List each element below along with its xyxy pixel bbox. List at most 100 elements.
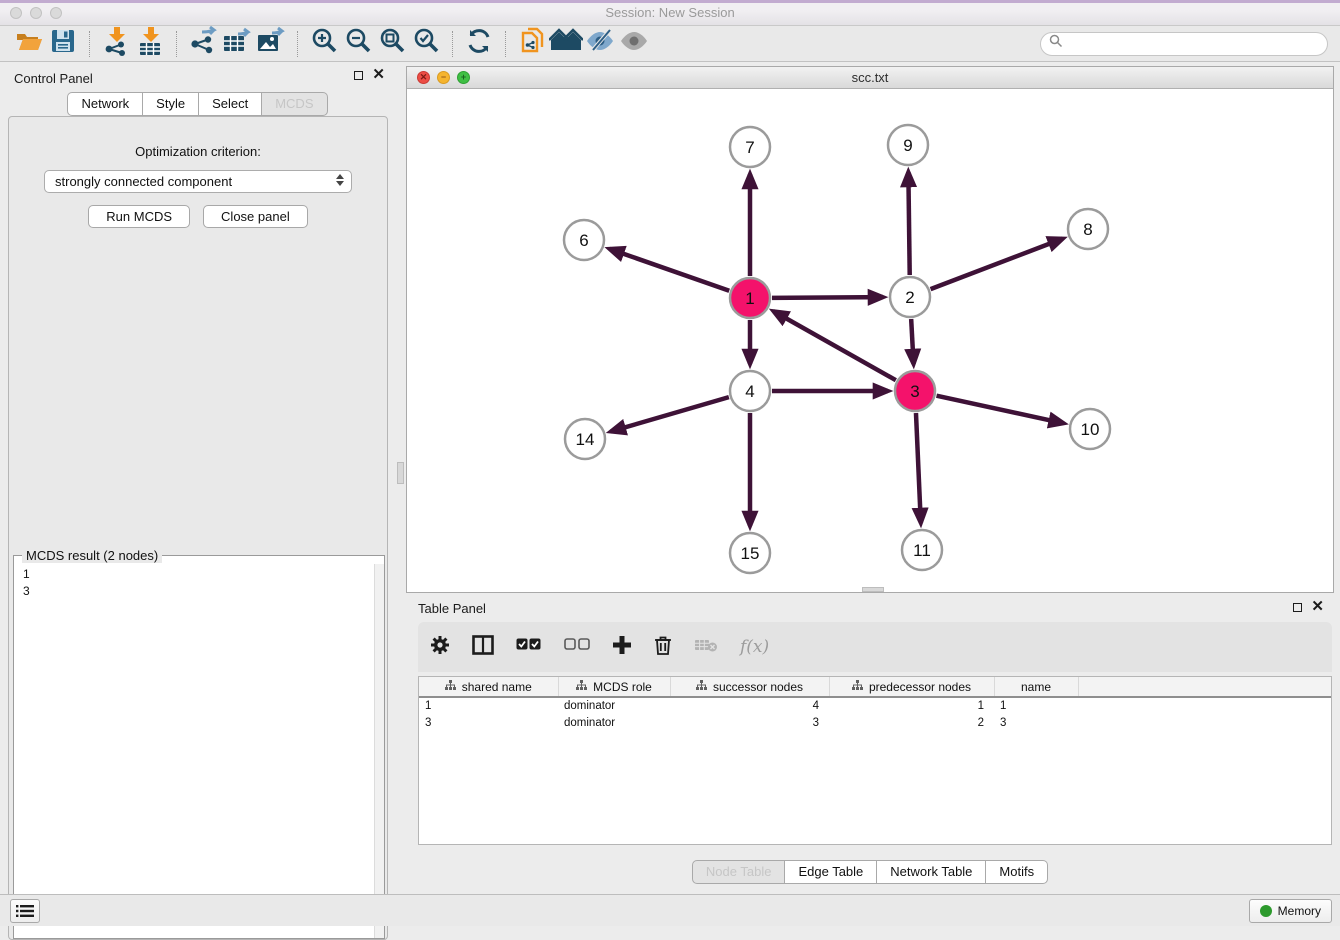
table-row[interactable]: 1dominator411 bbox=[419, 697, 1331, 714]
vertical-splitter-grip[interactable] bbox=[397, 462, 404, 484]
open-folder-icon bbox=[15, 28, 43, 59]
zoom-fit-button[interactable] bbox=[375, 29, 409, 59]
search-input[interactable] bbox=[1063, 35, 1319, 53]
table-settings-button[interactable] bbox=[430, 635, 450, 660]
tab-style[interactable]: Style bbox=[143, 92, 199, 116]
graph-node-6[interactable]: 6 bbox=[564, 220, 604, 260]
memory-status-icon bbox=[1260, 905, 1272, 917]
function-builder-button[interactable]: f(x) bbox=[740, 637, 769, 657]
result-scrollbar[interactable] bbox=[374, 564, 384, 938]
graph-node-10[interactable]: 10 bbox=[1070, 409, 1110, 449]
graph-edge-2-9[interactable] bbox=[908, 172, 909, 275]
graph-node-11[interactable]: 11 bbox=[902, 530, 942, 570]
graph-node-4[interactable]: 4 bbox=[730, 371, 770, 411]
hide-selected-button[interactable] bbox=[583, 29, 617, 59]
table-row[interactable]: 3dominator323 bbox=[419, 714, 1331, 731]
graph-edge-3-11[interactable] bbox=[916, 413, 921, 523]
graph-edge-2-8[interactable] bbox=[931, 239, 1063, 290]
dropdown-stepper-icon bbox=[336, 174, 344, 186]
search-box[interactable] bbox=[1040, 32, 1328, 56]
first-neighbors-button[interactable] bbox=[549, 29, 583, 59]
attribute-icon bbox=[576, 680, 587, 694]
table-cell[interactable]: 1 bbox=[829, 697, 994, 714]
open-session-button[interactable] bbox=[12, 29, 46, 59]
graph-node-15[interactable]: 15 bbox=[730, 533, 770, 573]
toolbar-separator bbox=[452, 31, 453, 57]
toolbar-separator bbox=[297, 31, 298, 57]
deselect-all-button[interactable] bbox=[564, 638, 590, 656]
column-header-predecessor-nodes[interactable]: predecessor nodes bbox=[829, 677, 994, 697]
copy-network-button[interactable] bbox=[515, 29, 549, 59]
tab-network[interactable]: Network bbox=[67, 92, 143, 116]
tab-mcds[interactable]: MCDS bbox=[262, 92, 327, 116]
graph-node-2[interactable]: 2 bbox=[890, 277, 930, 317]
graph-edge-2-3[interactable] bbox=[911, 319, 913, 364]
graph-edge-4-14[interactable] bbox=[611, 397, 729, 431]
table-cell[interactable]: 4 bbox=[670, 697, 829, 714]
column-header-MCDS-role[interactable]: MCDS role bbox=[558, 677, 670, 697]
import-network-icon bbox=[102, 26, 130, 61]
graph-node-1[interactable]: 1 bbox=[730, 278, 770, 318]
zoom-out-button[interactable] bbox=[341, 29, 375, 59]
import-table-button[interactable] bbox=[133, 29, 167, 59]
table-cell[interactable]: 3 bbox=[419, 714, 558, 731]
graph-node-3[interactable]: 3 bbox=[895, 371, 935, 411]
tab-motifs[interactable]: Motifs bbox=[986, 860, 1048, 884]
mcds-result-item[interactable]: 1 bbox=[23, 566, 374, 583]
task-history-button[interactable] bbox=[10, 899, 40, 923]
graph-edge-1-2[interactable] bbox=[772, 297, 883, 298]
zoom-in-button[interactable] bbox=[307, 29, 341, 59]
float-table-panel-icon[interactable] bbox=[1293, 603, 1302, 612]
network-canvas[interactable]: 7 9 6 8 1 2 4 3 14 10 15 11 bbox=[407, 89, 1333, 592]
graph-edge-1-6[interactable] bbox=[609, 249, 729, 291]
show-all-button[interactable] bbox=[617, 29, 651, 59]
close-panel-icon[interactable]: ✕ bbox=[372, 70, 385, 80]
graph-node-14[interactable]: 14 bbox=[565, 419, 605, 459]
import-network-button[interactable] bbox=[99, 29, 133, 59]
table-cell[interactable]: dominator bbox=[558, 714, 670, 731]
network-window-titlebar[interactable]: ✕ − + scc.txt bbox=[407, 67, 1333, 89]
export-table-button[interactable] bbox=[220, 29, 254, 59]
tab-select[interactable]: Select bbox=[199, 92, 262, 116]
add-row-button[interactable] bbox=[612, 635, 632, 660]
tab-node-table[interactable]: Node Table bbox=[692, 860, 786, 884]
graph-edge-3-10[interactable] bbox=[936, 396, 1063, 424]
column-panel-button[interactable] bbox=[472, 635, 494, 660]
table-cell[interactable]: 3 bbox=[670, 714, 829, 731]
close-panel-button[interactable]: Close panel bbox=[203, 205, 308, 228]
export-network-button[interactable] bbox=[186, 29, 220, 59]
network-window: ✕ − + scc.txt 7 9 6 8 1 2 4 3 14 10 15 11 bbox=[406, 66, 1334, 593]
graph-node-7[interactable]: 7 bbox=[730, 127, 770, 167]
memory-button[interactable]: Memory bbox=[1249, 899, 1332, 923]
mcds-result-item[interactable]: 3 bbox=[23, 583, 374, 600]
graph-node-label: 14 bbox=[576, 430, 595, 449]
node-table[interactable]: shared nameMCDS rolesuccessor nodesprede… bbox=[418, 676, 1332, 845]
graph-edge-3-1[interactable] bbox=[774, 311, 896, 380]
float-panel-icon[interactable] bbox=[354, 71, 363, 80]
tab-network-table[interactable]: Network Table bbox=[877, 860, 986, 884]
graph-node-9[interactable]: 9 bbox=[888, 125, 928, 165]
delete-button[interactable] bbox=[654, 635, 672, 660]
save-session-button[interactable] bbox=[46, 29, 80, 59]
table-cell[interactable]: dominator bbox=[558, 697, 670, 714]
graph-node-8[interactable]: 8 bbox=[1068, 209, 1108, 249]
zoom-selected-button[interactable] bbox=[409, 29, 443, 59]
run-mcds-button[interactable]: Run MCDS bbox=[88, 205, 190, 228]
table-cell[interactable]: 1 bbox=[419, 697, 558, 714]
table-cell[interactable]: 2 bbox=[829, 714, 994, 731]
column-header-successor-nodes[interactable]: successor nodes bbox=[670, 677, 829, 697]
tab-edge-table[interactable]: Edge Table bbox=[785, 860, 877, 884]
export-image-button[interactable] bbox=[254, 29, 288, 59]
table-cell[interactable]: 1 bbox=[994, 697, 1078, 714]
select-all-button[interactable] bbox=[516, 638, 542, 656]
table-cell[interactable]: 3 bbox=[994, 714, 1078, 731]
refresh-layout-button[interactable] bbox=[462, 29, 496, 59]
export-network-icon bbox=[188, 26, 218, 61]
delete-column-button[interactable] bbox=[694, 637, 718, 658]
close-table-panel-icon[interactable]: ✕ bbox=[1311, 602, 1324, 612]
column-header-name[interactable]: name bbox=[994, 677, 1078, 697]
horizontal-splitter-grip[interactable] bbox=[862, 587, 884, 592]
criterion-dropdown[interactable]: strongly connected component bbox=[44, 170, 352, 193]
column-header-shared-name[interactable]: shared name bbox=[419, 677, 558, 697]
mcds-result-list[interactable]: 13 bbox=[14, 564, 374, 938]
